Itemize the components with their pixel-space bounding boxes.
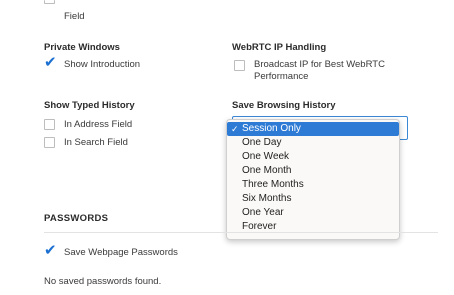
broadcast-ip-label-line1: Broadcast IP for Best WebRTC — [254, 59, 385, 70]
webrtc-heading: WebRTC IP Handling — [232, 42, 327, 53]
option-one-month[interactable]: One Month — [227, 164, 399, 178]
save-passwords-label: Save Webpage Passwords — [64, 247, 178, 258]
checkmark-icon: ✔ — [44, 242, 57, 259]
option-one-week[interactable]: One Week — [227, 150, 399, 164]
browsing-history-heading: Save Browsing History — [232, 100, 336, 111]
search-field-checkbox[interactable] — [44, 137, 55, 148]
broadcast-ip-label-line2: Performance — [254, 71, 309, 82]
option-three-months[interactable]: Three Months — [227, 178, 399, 192]
option-one-day[interactable]: One Day — [227, 136, 399, 150]
preferences-panel: Field Private Windows ✔ Show Introductio… — [0, 0, 454, 295]
broadcast-ip-checkbox[interactable] — [234, 60, 245, 71]
show-introduction-label: Show Introduction — [64, 59, 141, 70]
passwords-heading: PASSWORDS — [44, 213, 109, 224]
checkmark-icon: ✔ — [44, 54, 57, 71]
passwords-divider — [44, 232, 438, 233]
save-passwords-checkbox[interactable]: ✔ — [44, 242, 58, 259]
address-field-checkbox[interactable] — [44, 119, 55, 130]
show-introduction-checkbox[interactable]: ✔ — [44, 54, 58, 71]
typed-history-heading: Show Typed History — [44, 100, 135, 111]
search-field-label: In Search Field — [64, 137, 128, 148]
top-partial-label: Field — [64, 11, 85, 22]
tick-icon: ✓ — [231, 124, 239, 134]
private-windows-heading: Private Windows — [44, 42, 120, 53]
option-session-only[interactable]: ✓ Session Only — [227, 122, 399, 136]
address-field-label: In Address Field — [64, 119, 133, 130]
option-one-year[interactable]: One Year — [227, 206, 399, 220]
passwords-status: No saved passwords found. — [44, 276, 162, 287]
browsing-history-dropdown: ✓ Session Only One Day One Week One Mont… — [226, 119, 400, 240]
top-partial-checkbox[interactable] — [44, 0, 55, 4]
option-six-months[interactable]: Six Months — [227, 192, 399, 206]
